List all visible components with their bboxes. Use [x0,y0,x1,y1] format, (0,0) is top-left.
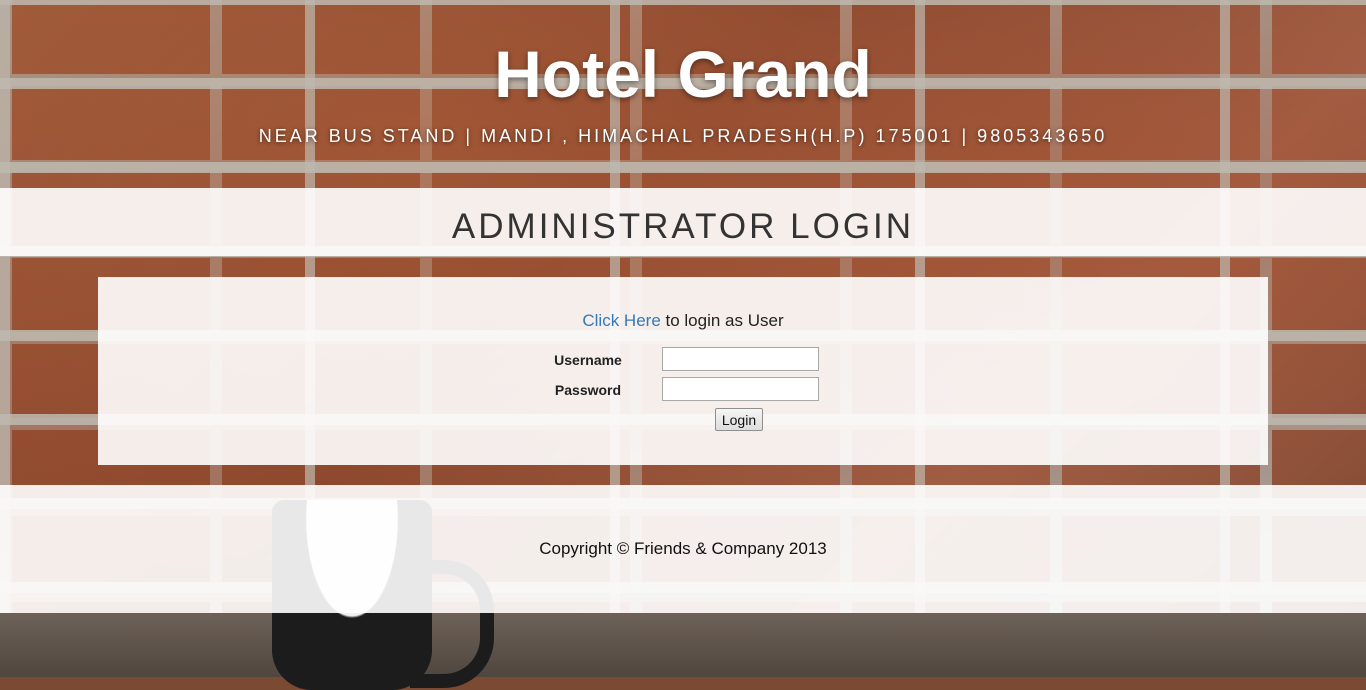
password-field[interactable] [662,377,819,401]
page-title: ADMINISTRATOR LOGIN [451,207,915,246]
site-title: Hotel Grand [494,37,872,111]
password-label: Password [554,382,622,398]
table-surface [0,613,1366,677]
site-address: NEAR BUS STAND | MANDI , HIMACHAL PRADES… [258,126,1108,146]
click-here-link[interactable]: Click Here [582,311,660,330]
login-button[interactable]: Login [715,408,763,431]
username-label: Username [554,352,622,368]
site-header: Hotel Grand NEAR BUS STAND | MANDI , HIM… [0,0,1366,188]
login-panel: Click Here to login as User Username Pas… [98,277,1268,465]
switch-text: to login as User [660,311,784,330]
user-login-switch: Click Here to login as User [98,311,1268,331]
username-field[interactable] [662,347,819,371]
copyright-text: Copyright © Friends & Company 2013 [539,539,827,558]
